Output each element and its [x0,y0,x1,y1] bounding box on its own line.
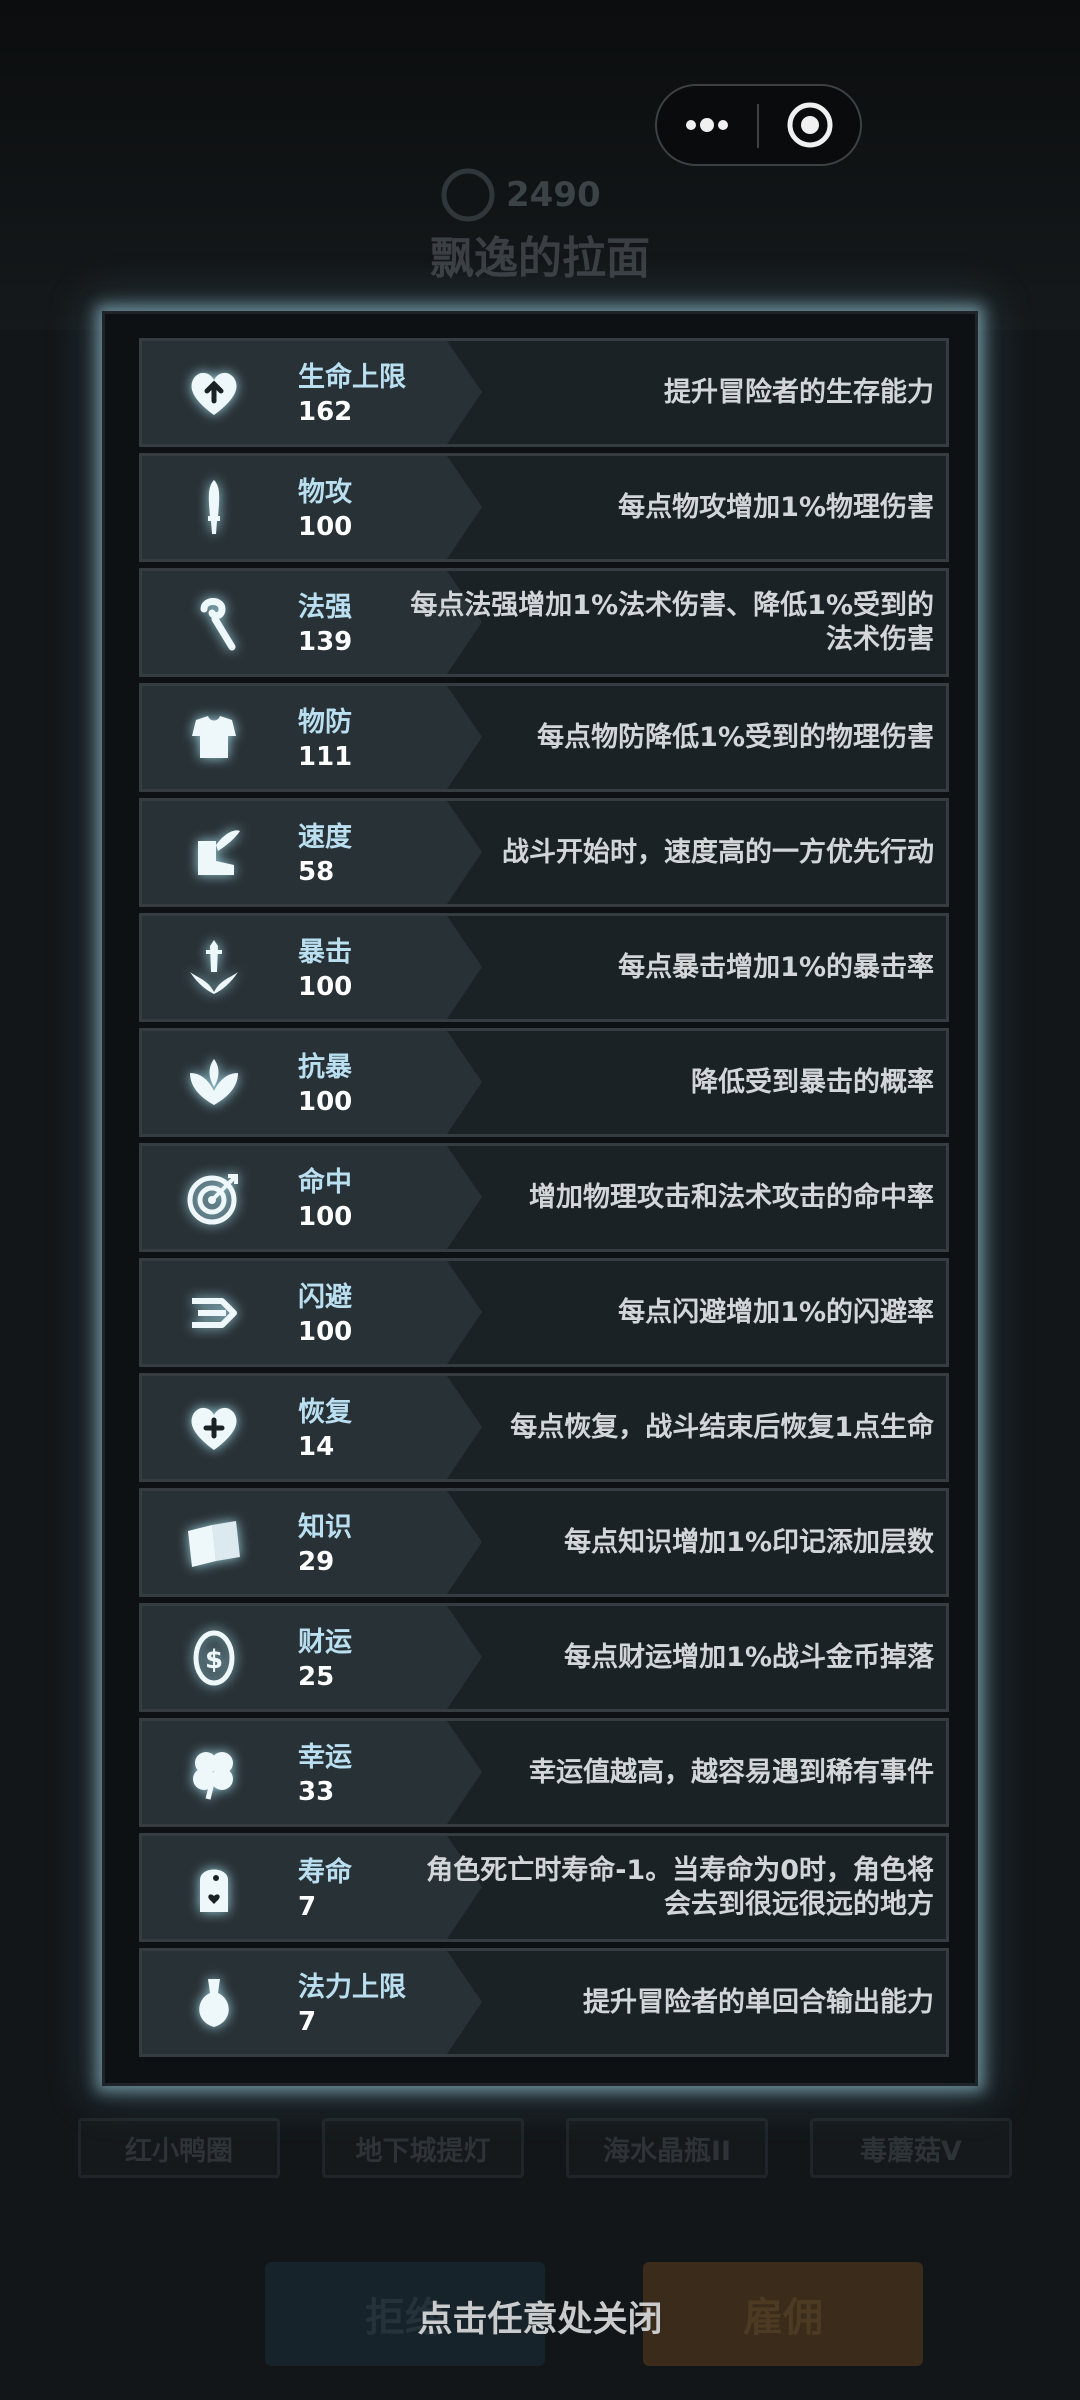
svg-text:$: $ [205,1645,223,1675]
attribute-description: 每点物防降低1%受到的物理伤害 [537,721,934,753]
attribute-value: 58 [298,857,335,887]
tag-item-3: 海水晶瓶II [566,2118,768,2178]
attribute-value: 25 [298,1662,335,1692]
tag-item-4: 毒蘑菇V [810,2118,1012,2178]
attribute-description: 每点知识增加1%印记添加层数 [564,1526,934,1558]
attribute-value: 7 [298,2007,317,2037]
tag-item-2: 地下城提灯 [322,2118,524,2178]
attribute-description: 提升冒险者的生存能力 [664,376,934,408]
staff-icon [178,587,250,659]
attribute-description: 角色死亡时寿命-1。当寿命为0时，角色将 会去到很远很远的地方 [426,1854,934,1920]
anti-crit-icon [178,1047,250,1119]
attribute-row: 物防 111 每点物防降低1%受到的物理伤害 [139,683,949,792]
attribute-row: 物攻 100 每点物攻增加1%物理伤害 [139,453,949,562]
attribute-list: 生命上限 162 提升冒险者的生存能力物攻 100 每点物攻增加1%物理伤害法强 139 每… [139,338,949,2063]
attribute-description: 增加物理攻击和法术攻击的命中率 [529,1181,934,1213]
winged-boot-icon [178,817,250,889]
coin-icon: $ [178,1622,250,1694]
coin-amount: 2490 [506,175,601,215]
attribute-row: 恢复 14 每点恢复，战斗结束后恢复1点生命 [139,1373,949,1482]
attribute-value: 100 [298,972,353,1002]
attribute-description: 每点闪避增加1%的闪避率 [618,1296,934,1328]
attribute-row: 法力上限 7 提升冒险者的单回合输出能力 [139,1948,949,2057]
attribute-label: 速度 [298,822,352,853]
attribute-panel: 生命上限 162 提升冒险者的生存能力物攻 100 每点物攻增加1%物理伤害法强 139 每… [102,311,978,2086]
attribute-value: 7 [298,1892,317,1922]
attribute-label: 暴击 [298,937,352,968]
heart-up-icon [178,357,250,429]
attribute-description: 每点物攻增加1%物理伤害 [618,491,934,523]
attribute-value: 100 [298,1317,353,1347]
dodge-arrows-icon [178,1277,250,1349]
attribute-value: 139 [298,627,353,657]
more-button[interactable] [657,86,757,164]
attribute-value: 33 [298,1777,335,1807]
attribute-description: 每点财运增加1%战斗金币掉落 [564,1641,934,1673]
attribute-value: 100 [298,1087,353,1117]
attribute-row: 暴击 100 每点暴击增加1%的暴击率 [139,913,949,1022]
attribute-label: 命中 [298,1167,352,1198]
attribute-row: 闪避 100 每点闪避增加1%的闪避率 [139,1258,949,1367]
mana-flask-icon [178,1967,250,2039]
attribute-row: 知识 29 每点知识增加1%印记添加层数 [139,1488,949,1597]
attribute-label: 财运 [298,1627,352,1658]
coin-cost-icon [441,168,495,222]
tag-item-1: 红小鸭圈 [78,2118,280,2178]
attribute-label: 寿命 [298,1857,352,1888]
attribute-value: 111 [298,742,353,772]
attribute-label: 恢复 [298,1397,352,1428]
coin-cost: 2490 [432,165,642,225]
attribute-row: $ 财运 25 每点财运增加1%战斗金币掉落 [139,1603,949,1712]
attribute-label: 物攻 [298,477,352,508]
attribute-description: 每点恢复，战斗结束后恢复1点生命 [510,1411,934,1443]
attribute-description: 幸运值越高，越容易遇到稀有事件 [529,1756,934,1788]
attribute-value: 162 [298,397,353,427]
attribute-label: 闪避 [298,1282,352,1313]
item-name: 飘逸的拉面 [430,233,650,284]
attribute-value: 100 [298,512,353,542]
attribute-row: 法强 139 每点法强增加1%法术伤害、降低1%受到的 法术伤害 [139,568,949,677]
attribute-description: 每点暴击增加1%的暴击率 [618,951,934,983]
tombstone-icon [178,1852,250,1924]
attribute-description: 降低受到暴击的概率 [691,1066,934,1098]
attribute-value: 100 [298,1202,353,1232]
attribute-label: 生命上限 [298,362,406,393]
attribute-row: 幸运 33 幸运值越高，越容易遇到稀有事件 [139,1718,949,1827]
close-hint[interactable]: 点击任意处关闭 [300,2290,780,2350]
attribute-row: 速度 58 战斗开始时，速度高的一方优先行动 [139,798,949,907]
heart-plus-icon [178,1392,250,1464]
close-mini-program-button[interactable] [759,86,860,164]
attribute-row: 生命上限 162 提升冒险者的生存能力 [139,338,949,447]
clover-icon [178,1737,250,1809]
attribute-description: 每点法强增加1%法术伤害、降低1%受到的 法术伤害 [410,589,934,655]
sword-icon [178,472,250,544]
attribute-label: 幸运 [298,1742,352,1773]
attribute-row: 寿命 7 角色死亡时寿命-1。当寿命为0时，角色将 会去到很远很远的地方 [139,1833,949,1942]
attribute-description: 战斗开始时，速度高的一方优先行动 [502,836,934,868]
target-close-icon [787,102,832,148]
armor-icon [178,702,250,774]
attribute-value: 29 [298,1547,335,1577]
attribute-description: 提升冒险者的单回合输出能力 [583,1986,934,2018]
attribute-label: 物防 [298,707,352,738]
crit-sword-icon [178,932,250,1004]
attribute-label: 抗暴 [298,1052,352,1083]
book-icon [178,1507,250,1579]
attribute-label: 法力上限 [298,1972,406,2003]
attribute-label: 知识 [298,1512,352,1543]
attribute-row: 抗暴 100 降低受到暴击的概率 [139,1028,949,1137]
attribute-label: 法强 [298,592,352,623]
more-dots-icon [686,118,728,132]
attribute-value: 14 [298,1432,335,1462]
attribute-row: 命中 100 增加物理攻击和法术攻击的命中率 [139,1143,949,1252]
mini-program-capsule [655,84,862,166]
target-icon [178,1162,250,1234]
